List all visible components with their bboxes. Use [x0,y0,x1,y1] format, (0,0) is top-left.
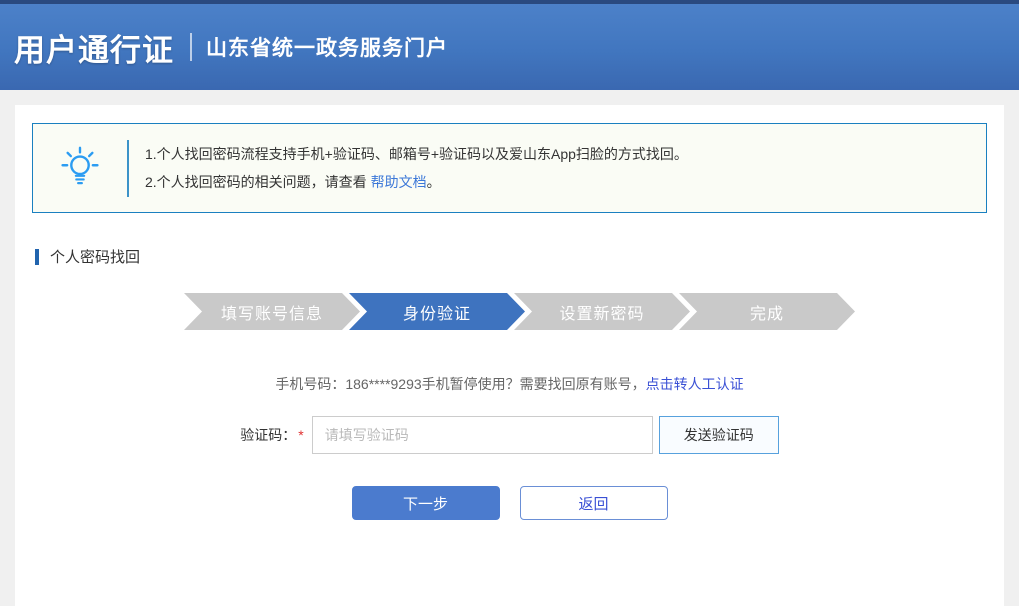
page: 用户通行证 山东省统一政务服务门户 1.个人找回密 [0,0,1019,606]
send-code-button[interactable]: 发送验证码 [659,416,779,454]
step-identity-verification: 身份验证 [349,293,525,330]
header-divider [190,33,192,61]
captcha-label-text: 验证码： [240,427,296,443]
phone-notice: 手机号码：186****9293手机暂停使用？需要找回原有账号，点击转人工认证 [15,374,1004,394]
notice-box: 1.个人找回密码流程支持手机+验证码、邮箱号+验证码以及爱山东App扫脸的方式找… [32,123,987,213]
required-mark: * [298,427,303,443]
step-label: 完成 [750,300,784,324]
help-doc-link[interactable]: 帮助文档 [371,174,427,190]
section-header: 个人密码找回 [35,246,1004,267]
content-card: 1.个人找回密码流程支持手机+验证码、邮箱号+验证码以及爱山东App扫脸的方式找… [15,105,1004,606]
step-indicator: 填写账号信息 身份验证 设置新密码 完成 [15,293,1004,330]
captcha-label: 验证码：* [240,425,303,445]
notice-line-2: 2.个人找回密码的相关问题，请查看 帮助文档。 [145,168,688,196]
section-title: 个人密码找回 [50,246,140,267]
captcha-row: 验证码：* 发送验证码 [15,416,1004,454]
step-complete: 完成 [679,293,855,330]
portal-subtitle: 山东省统一政务服务门户 [206,32,448,62]
phone-notice-text: 手机号码：186****9293手机暂停使用？需要找回原有账号， [275,376,645,392]
notice-divider [127,140,129,197]
back-button[interactable]: 返回 [520,486,668,520]
notice-line-1: 1.个人找回密码流程支持手机+验证码、邮箱号+验证码以及爱山东App扫脸的方式找… [145,140,688,168]
section-title-bar [35,249,39,265]
action-buttons: 下一步 返回 [15,486,1004,520]
captcha-input[interactable] [312,416,653,454]
step-label: 填写账号信息 [221,300,323,324]
step-label: 身份验证 [403,300,471,324]
step-label: 设置新密码 [559,300,644,324]
page-title: 用户通行证 [14,25,174,70]
app-header: 用户通行证 山东省统一政务服务门户 [0,4,1019,90]
manual-verify-link[interactable]: 点击转人工认证 [646,376,744,392]
notice-text: 1.个人找回密码流程支持手机+验证码、邮箱号+验证码以及爱山东App扫脸的方式找… [129,140,688,196]
lightbulb-icon [33,143,127,193]
next-button[interactable]: 下一步 [352,486,500,520]
notice-line-2-prefix: 2.个人找回密码的相关问题，请查看 [145,174,371,190]
notice-line-2-suffix: 。 [427,174,441,190]
step-set-new-password: 设置新密码 [514,293,690,330]
step-fill-account-info: 填写账号信息 [184,293,360,330]
